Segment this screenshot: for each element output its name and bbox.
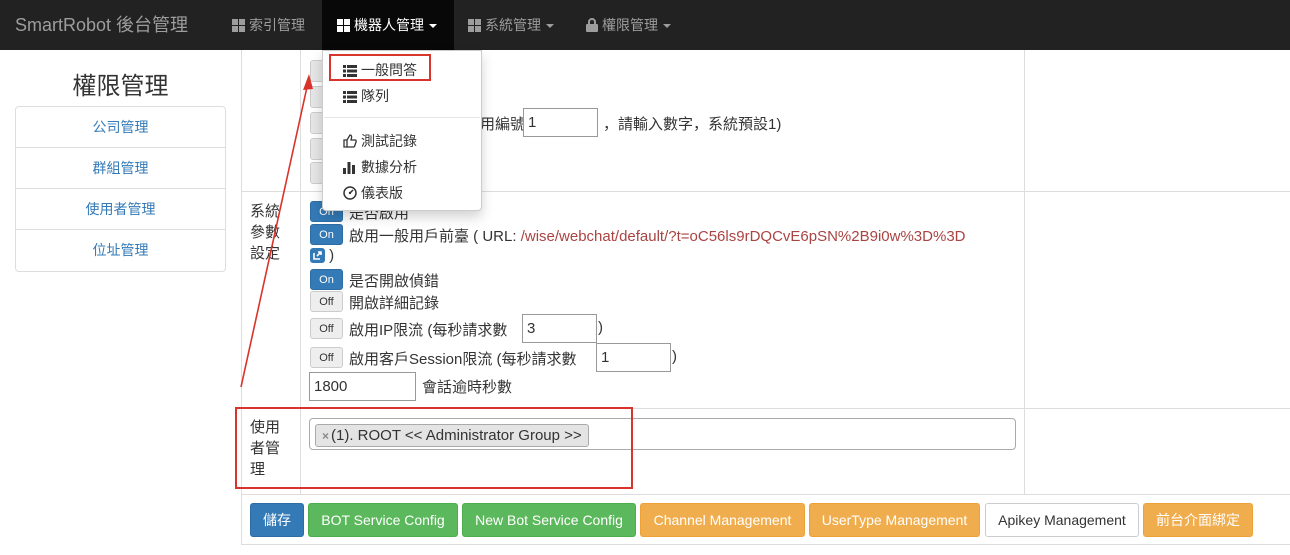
- nav-permission-management[interactable]: 權限管理: [586, 0, 671, 50]
- nav-index-management[interactable]: 索引管理: [222, 0, 315, 50]
- number-input-hint: ，請輸入數字，系統預設1): [603, 116, 782, 133]
- number-input[interactable]: 1: [523, 108, 598, 137]
- table-row-divider: [241, 494, 1290, 495]
- row-label-line: 設定: [250, 245, 281, 262]
- toggle-frontend[interactable]: On: [310, 224, 343, 245]
- ip-limit-input[interactable]: 3: [522, 314, 597, 343]
- list-icon: [343, 88, 357, 108]
- nav-label: 系統管理: [485, 17, 541, 33]
- dropdown-item-label: 儀表版: [361, 185, 403, 201]
- top-navbar: SmartRobot 後台管理 索引管理 機器人管理 系統管理 權限管理: [0, 0, 1290, 50]
- sidebar-menu: 公司管理 群組管理 使用者管理 位址管理: [15, 106, 226, 272]
- session-limit-input[interactable]: 1: [596, 343, 671, 372]
- thumbs-up-icon: [343, 133, 357, 153]
- th-large-icon: [337, 2, 350, 52]
- nav-label: 索引管理: [249, 17, 305, 33]
- session-limit-label: 啟用客戶Session限流 (每秒請求數: [349, 351, 577, 368]
- dropdown-item-test-log[interactable]: 測試記錄: [343, 131, 417, 153]
- th-large-icon: [232, 2, 245, 52]
- frontend-line: 啟用一般用戶前臺 ( URL: /wise/webchat/default/?t…: [349, 225, 966, 246]
- toggle-ip-limit[interactable]: Off: [310, 318, 343, 339]
- nav-robot-management[interactable]: 機器人管理: [322, 0, 454, 50]
- annotation-highlight-user-management: [235, 407, 633, 489]
- dropdown-item-data-analysis[interactable]: 數據分析: [343, 157, 417, 179]
- nav-system-management[interactable]: 系統管理: [468, 0, 554, 50]
- sidebar-item-company[interactable]: 公司管理: [16, 107, 225, 148]
- nav-label: 機器人管理: [354, 17, 424, 33]
- row-label-line: 參數: [250, 224, 281, 241]
- caret-down-icon: [546, 24, 554, 28]
- session-timeout-input[interactable]: 1800: [309, 372, 416, 401]
- dashboard-icon: [343, 185, 357, 205]
- dropdown-item-label: 測試記錄: [361, 133, 417, 149]
- frontend-close-paren: ): [329, 247, 335, 264]
- dropdown-item-dashboard[interactable]: 儀表版: [343, 183, 403, 205]
- frontend-line-end: ): [310, 247, 334, 267]
- annotation-highlight-general-qa: [329, 54, 431, 81]
- sidebar-title: 權限管理: [72, 73, 169, 100]
- apikey-management-button[interactable]: Apikey Management: [985, 503, 1139, 537]
- sidebar-item-address[interactable]: 位址管理: [16, 230, 225, 271]
- sidebar-item-user[interactable]: 使用者管理: [16, 189, 225, 230]
- session-timeout-label: 會話逾時秒數: [422, 379, 513, 396]
- table-bottom-border: [241, 544, 1290, 545]
- channel-management-button[interactable]: Channel Management: [640, 503, 805, 537]
- caret-down-icon: [429, 24, 437, 28]
- ip-limit-label: 啟用IP限流 (每秒請求數: [349, 322, 508, 339]
- dropdown-divider: [324, 117, 480, 118]
- toggle-debug[interactable]: On: [310, 269, 343, 290]
- row-label-system-settings: 系統 參數 設定: [250, 201, 290, 264]
- frontend-label: 啟用一般用戶前臺 ( URL:: [349, 228, 521, 245]
- partial-row-label: 用編號: [480, 116, 526, 133]
- toggle-detail-log[interactable]: Off: [310, 291, 343, 312]
- brand-title[interactable]: SmartRobot 後台管理: [15, 0, 188, 50]
- save-button[interactable]: 儲存: [250, 503, 304, 537]
- table-column-divider: [1024, 50, 1025, 495]
- dropdown-item-label: 數據分析: [361, 159, 417, 175]
- frontend-url-link[interactable]: /wise/webchat/default/?t=oC56ls9rDQCvE6p…: [521, 228, 966, 245]
- usertype-management-button[interactable]: UserType Management: [809, 503, 980, 537]
- dropdown-item-queue[interactable]: 隊列: [343, 86, 389, 108]
- th-large-icon: [468, 2, 481, 52]
- ip-limit-close: ): [598, 319, 603, 336]
- toggle-session-limit[interactable]: Off: [310, 347, 343, 368]
- sidebar-item-group[interactable]: 群組管理: [16, 148, 225, 189]
- lock-icon: [586, 2, 598, 52]
- nav-label: 權限管理: [602, 17, 658, 33]
- dropdown-item-label: 隊列: [361, 88, 389, 104]
- external-link-icon[interactable]: [310, 248, 325, 267]
- bot-service-config-button[interactable]: BOT Service Config: [308, 503, 458, 537]
- caret-down-icon: [663, 24, 671, 28]
- debug-label: 是否開啟偵錯: [349, 273, 440, 290]
- detail-log-label: 開啟詳細記錄: [349, 295, 440, 312]
- frontend-binding-button[interactable]: 前台介面綁定: [1143, 503, 1253, 537]
- new-bot-service-config-button[interactable]: New Bot Service Config: [462, 503, 636, 537]
- session-limit-close: ): [672, 348, 677, 365]
- row-label-line: 系統: [250, 203, 281, 220]
- bar-chart-icon: [343, 159, 357, 179]
